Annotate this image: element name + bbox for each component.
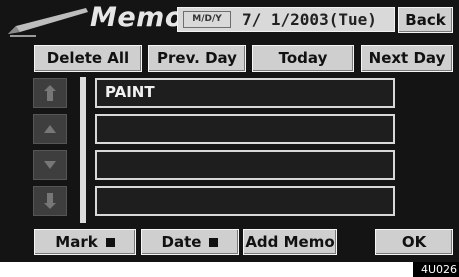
mark-label: Mark xyxy=(55,233,98,251)
page-down-button[interactable] xyxy=(33,186,67,216)
ok-button[interactable]: OK xyxy=(375,229,453,255)
date-indicator-icon xyxy=(209,238,219,247)
scrollbar[interactable] xyxy=(80,77,86,223)
mark-button[interactable]: Mark xyxy=(34,229,136,255)
date-value: 7/ 1/2003(Tue) xyxy=(242,10,377,29)
date-display: M/D/Y 7/ 1/2003(Tue) xyxy=(177,7,395,32)
delete-all-button[interactable]: Delete All xyxy=(34,45,142,72)
line-up-button[interactable] xyxy=(33,114,67,144)
line-up-icon xyxy=(44,125,56,133)
pen-icon xyxy=(8,8,88,37)
page-down-icon xyxy=(44,193,56,209)
back-button[interactable]: Back xyxy=(398,7,453,33)
add-memo-button[interactable]: Add Memo xyxy=(243,229,337,255)
next-day-button[interactable]: Next Day xyxy=(361,45,453,72)
date-button[interactable]: Date xyxy=(141,229,239,255)
memo-screen: Memo M/D/Y 7/ 1/2003(Tue) Back Delete Al… xyxy=(0,0,459,262)
line-down-icon xyxy=(44,161,56,169)
image-code: 4U026 xyxy=(413,262,459,277)
prev-day-button[interactable]: Prev. Day xyxy=(148,45,246,72)
memo-row[interactable] xyxy=(95,114,395,144)
date-format-label: M/D/Y xyxy=(183,11,231,28)
page-up-icon xyxy=(44,85,56,101)
memo-text: PAINT xyxy=(105,83,155,101)
memo-row[interactable] xyxy=(95,186,395,216)
today-button[interactable]: Today xyxy=(252,45,354,72)
page-title: Memo xyxy=(90,2,184,33)
mark-indicator-icon xyxy=(105,238,115,247)
page-up-button[interactable] xyxy=(33,78,67,108)
line-down-button[interactable] xyxy=(33,150,67,180)
memo-row[interactable] xyxy=(95,150,395,180)
memo-row[interactable]: PAINT xyxy=(95,78,395,108)
date-label: Date xyxy=(161,233,202,251)
